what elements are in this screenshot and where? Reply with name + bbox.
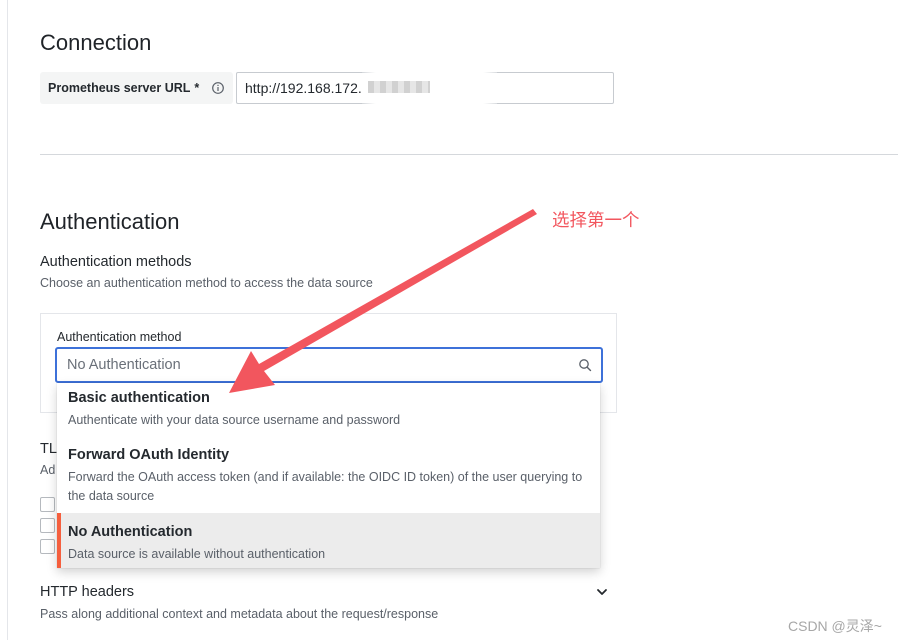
watermark: CSDN @灵泽~ [788,618,882,634]
annotation-arrow [229,209,537,393]
annotation-text: 选择第一个 [552,210,640,230]
